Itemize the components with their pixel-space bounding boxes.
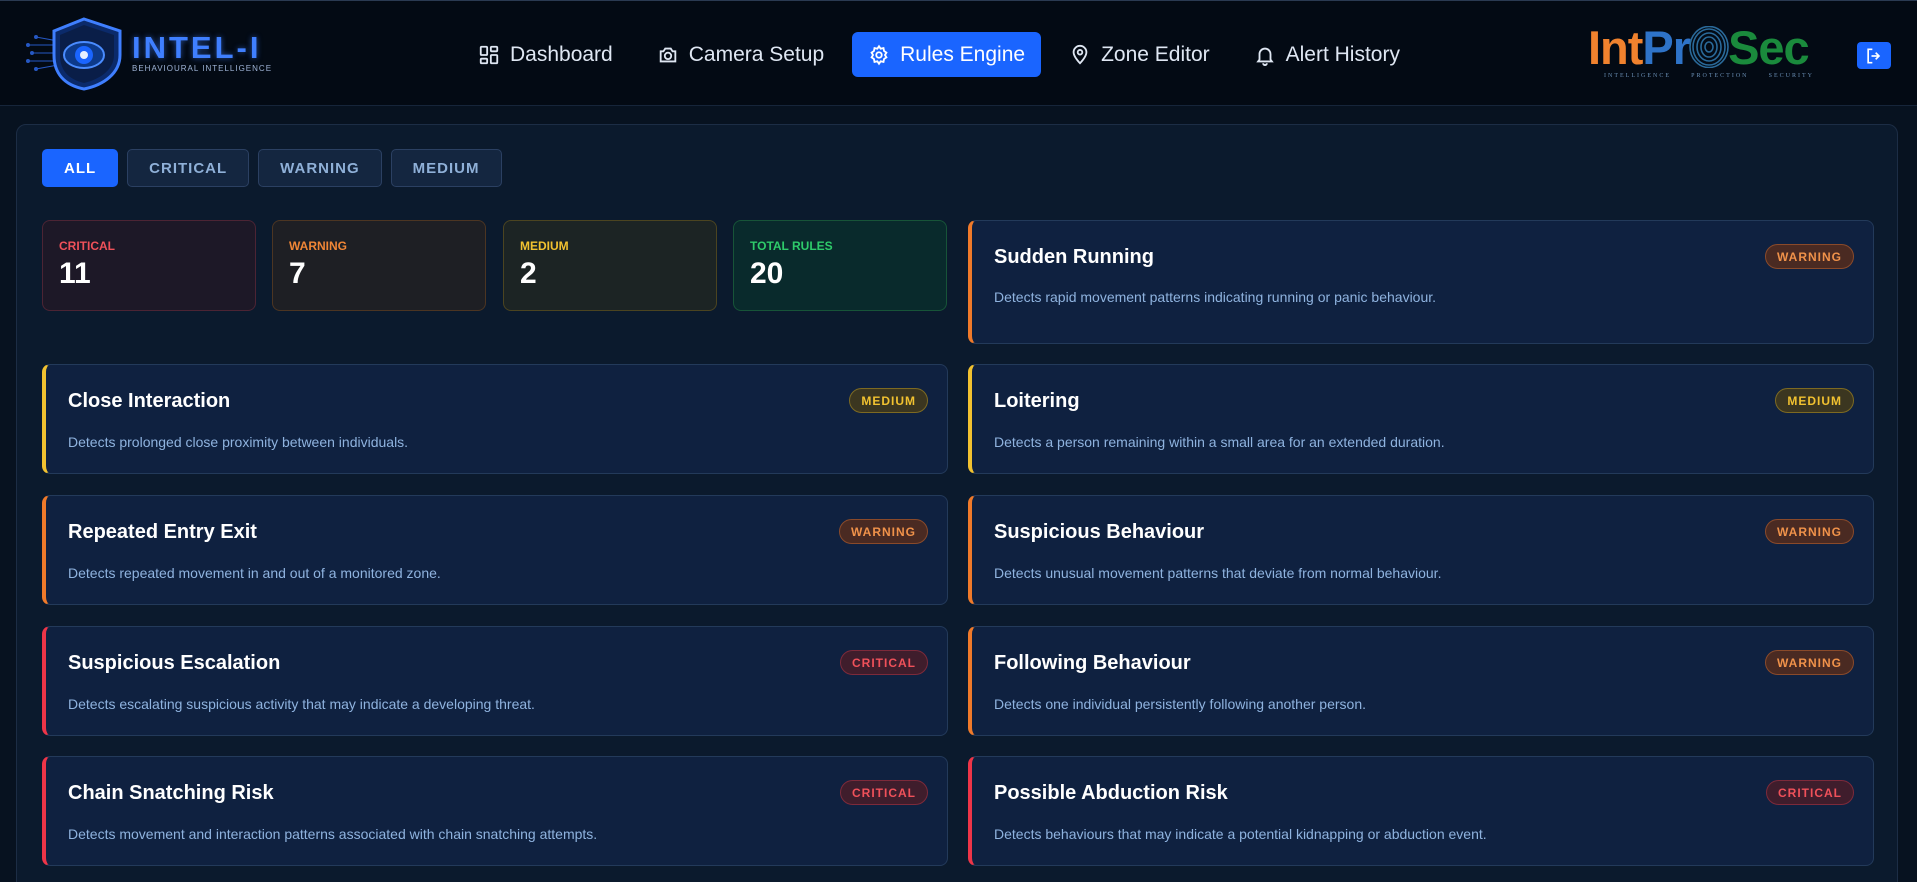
rule-card[interactable]: Loitering MEDIUM Detects a person remain… xyxy=(968,364,1874,474)
filter-warning[interactable]: WARNING xyxy=(258,149,382,187)
nav-label: Dashboard xyxy=(510,42,613,66)
fingerprint-icon xyxy=(1689,26,1729,68)
nav-dashboard[interactable]: Dashboard xyxy=(462,32,629,77)
rule-title: Following Behaviour xyxy=(994,652,1191,674)
stat-value: 11 xyxy=(59,257,91,290)
severity-badge: CRITICAL xyxy=(1766,780,1854,805)
rule-title: Loitering xyxy=(994,390,1080,412)
rule-card[interactable]: Sudden Running WARNING Detects rapid mov… xyxy=(968,220,1874,344)
stat-medium: MEDIUM 2 xyxy=(503,220,717,311)
rule-description: Detects escalating suspicious activity t… xyxy=(68,696,535,712)
rule-title: Suspicious Escalation xyxy=(68,652,281,674)
rule-card[interactable]: Possible Abduction Risk CRITICAL Detects… xyxy=(968,756,1874,866)
severity-filter-group: ALL CRITICAL WARNING MEDIUM xyxy=(42,149,511,187)
filter-critical[interactable]: CRITICAL xyxy=(127,149,250,187)
stat-label: TOTAL RULES xyxy=(750,239,833,253)
rule-title: Close Interaction xyxy=(68,390,231,412)
severity-badge: WARNING xyxy=(1765,650,1854,675)
nav-label: Camera Setup xyxy=(688,42,825,66)
rule-card[interactable]: Close Interaction MEDIUM Detects prolong… xyxy=(42,364,948,474)
stat-critical: CRITICAL 11 xyxy=(42,220,256,311)
logout-button[interactable] xyxy=(1857,42,1891,69)
rule-description: Detects movement and interaction pattern… xyxy=(68,826,598,842)
rule-description: Detects repeated movement in and out of … xyxy=(68,565,441,581)
rule-card[interactable]: Following Behaviour WARNING Detects one … xyxy=(968,626,1874,736)
partner-name-part2: Pr xyxy=(1642,21,1691,74)
severity-badge: MEDIUM xyxy=(849,388,928,413)
eye-shield-logo-icon xyxy=(26,17,122,91)
top-bar: INTEL-I BEHAVIOURAL INTELLIGENCE Dashboa… xyxy=(0,0,1917,106)
partner-tag: PROTECTION xyxy=(1691,73,1749,79)
filter-all[interactable]: ALL xyxy=(42,149,119,187)
rule-card[interactable]: Suspicious Behaviour WARNING Detects unu… xyxy=(968,495,1874,605)
stat-value: 7 xyxy=(289,257,306,290)
map-pin-icon xyxy=(1072,44,1088,65)
rule-title: Possible Abduction Risk xyxy=(994,782,1228,804)
bell-icon xyxy=(1255,47,1274,66)
partner-logo: IntPr Sec INTELLIGENCE PROTECTION SECURI… xyxy=(1588,23,1843,87)
rule-description: Detects one individual persistently foll… xyxy=(994,696,1366,712)
rule-card[interactable]: Repeated Entry Exit WARNING Detects repe… xyxy=(42,495,948,605)
severity-badge: MEDIUM xyxy=(1775,388,1854,413)
rule-description: Detects a person remaining within a smal… xyxy=(994,434,1445,450)
stat-total-rules: TOTAL RULES 20 xyxy=(733,220,947,311)
logout-icon xyxy=(1867,48,1881,63)
rules-panel: ALL CRITICAL WARNING MEDIUM CRITICAL 11 … xyxy=(16,124,1898,882)
rule-description: Detects behaviours that may indicate a p… xyxy=(994,826,1487,842)
rule-title: Sudden Running xyxy=(994,246,1154,268)
stat-value: 2 xyxy=(520,257,537,290)
brand-subtitle: BEHAVIOURAL INTELLIGENCE xyxy=(132,64,273,73)
severity-badge: WARNING xyxy=(839,519,928,544)
stat-label: MEDIUM xyxy=(520,239,569,253)
nav-label: Alert History xyxy=(1285,42,1400,66)
partner-tag: SECURITY xyxy=(1768,73,1814,79)
rule-card[interactable]: Chain Snatching Risk CRITICAL Detects mo… xyxy=(42,756,948,866)
rule-card[interactable]: Suspicious Escalation CRITICAL Detects e… xyxy=(42,626,948,736)
stat-value: 20 xyxy=(750,257,784,290)
nav-camera-setup[interactable]: Camera Setup xyxy=(641,32,840,77)
partner-name-part3: Sec xyxy=(1728,21,1810,74)
rule-title: Suspicious Behaviour xyxy=(994,521,1205,543)
brand-name: INTEL-I xyxy=(132,30,262,65)
severity-badge: WARNING xyxy=(1765,519,1854,544)
partner-name-part1: Int xyxy=(1588,21,1643,74)
severity-badge: CRITICAL xyxy=(840,780,928,805)
rule-description: Detects rapid movement patterns indicati… xyxy=(994,289,1437,305)
severity-badge: CRITICAL xyxy=(840,650,928,675)
rule-description: Detects prolonged close proximity betwee… xyxy=(68,434,409,450)
nav-alert-history[interactable]: Alert History xyxy=(1238,32,1416,77)
stat-label: WARNING xyxy=(289,239,347,253)
brand[interactable]: INTEL-I BEHAVIOURAL INTELLIGENCE xyxy=(26,15,272,91)
partner-tag: INTELLIGENCE xyxy=(1604,73,1671,79)
stat-warning: WARNING 7 xyxy=(272,220,486,311)
stat-label: CRITICAL xyxy=(59,239,115,253)
nav-rules-engine[interactable]: Rules Engine xyxy=(852,32,1042,77)
rule-title: Repeated Entry Exit xyxy=(68,521,257,543)
filter-medium[interactable]: MEDIUM xyxy=(390,149,502,187)
grid-icon xyxy=(479,45,499,64)
camera-icon xyxy=(659,47,676,62)
nav-label: Rules Engine xyxy=(900,42,1026,66)
rule-description: Detects unusual movement patterns that d… xyxy=(994,565,1442,581)
main-nav: Dashboard Camera Setup Rules Engine Zone… xyxy=(462,32,1428,77)
gear-icon xyxy=(870,44,888,65)
rule-title: Chain Snatching Risk xyxy=(68,782,274,804)
severity-badge: WARNING xyxy=(1765,244,1854,269)
nav-label: Zone Editor xyxy=(1101,42,1210,66)
nav-zone-editor[interactable]: Zone Editor xyxy=(1053,32,1226,77)
